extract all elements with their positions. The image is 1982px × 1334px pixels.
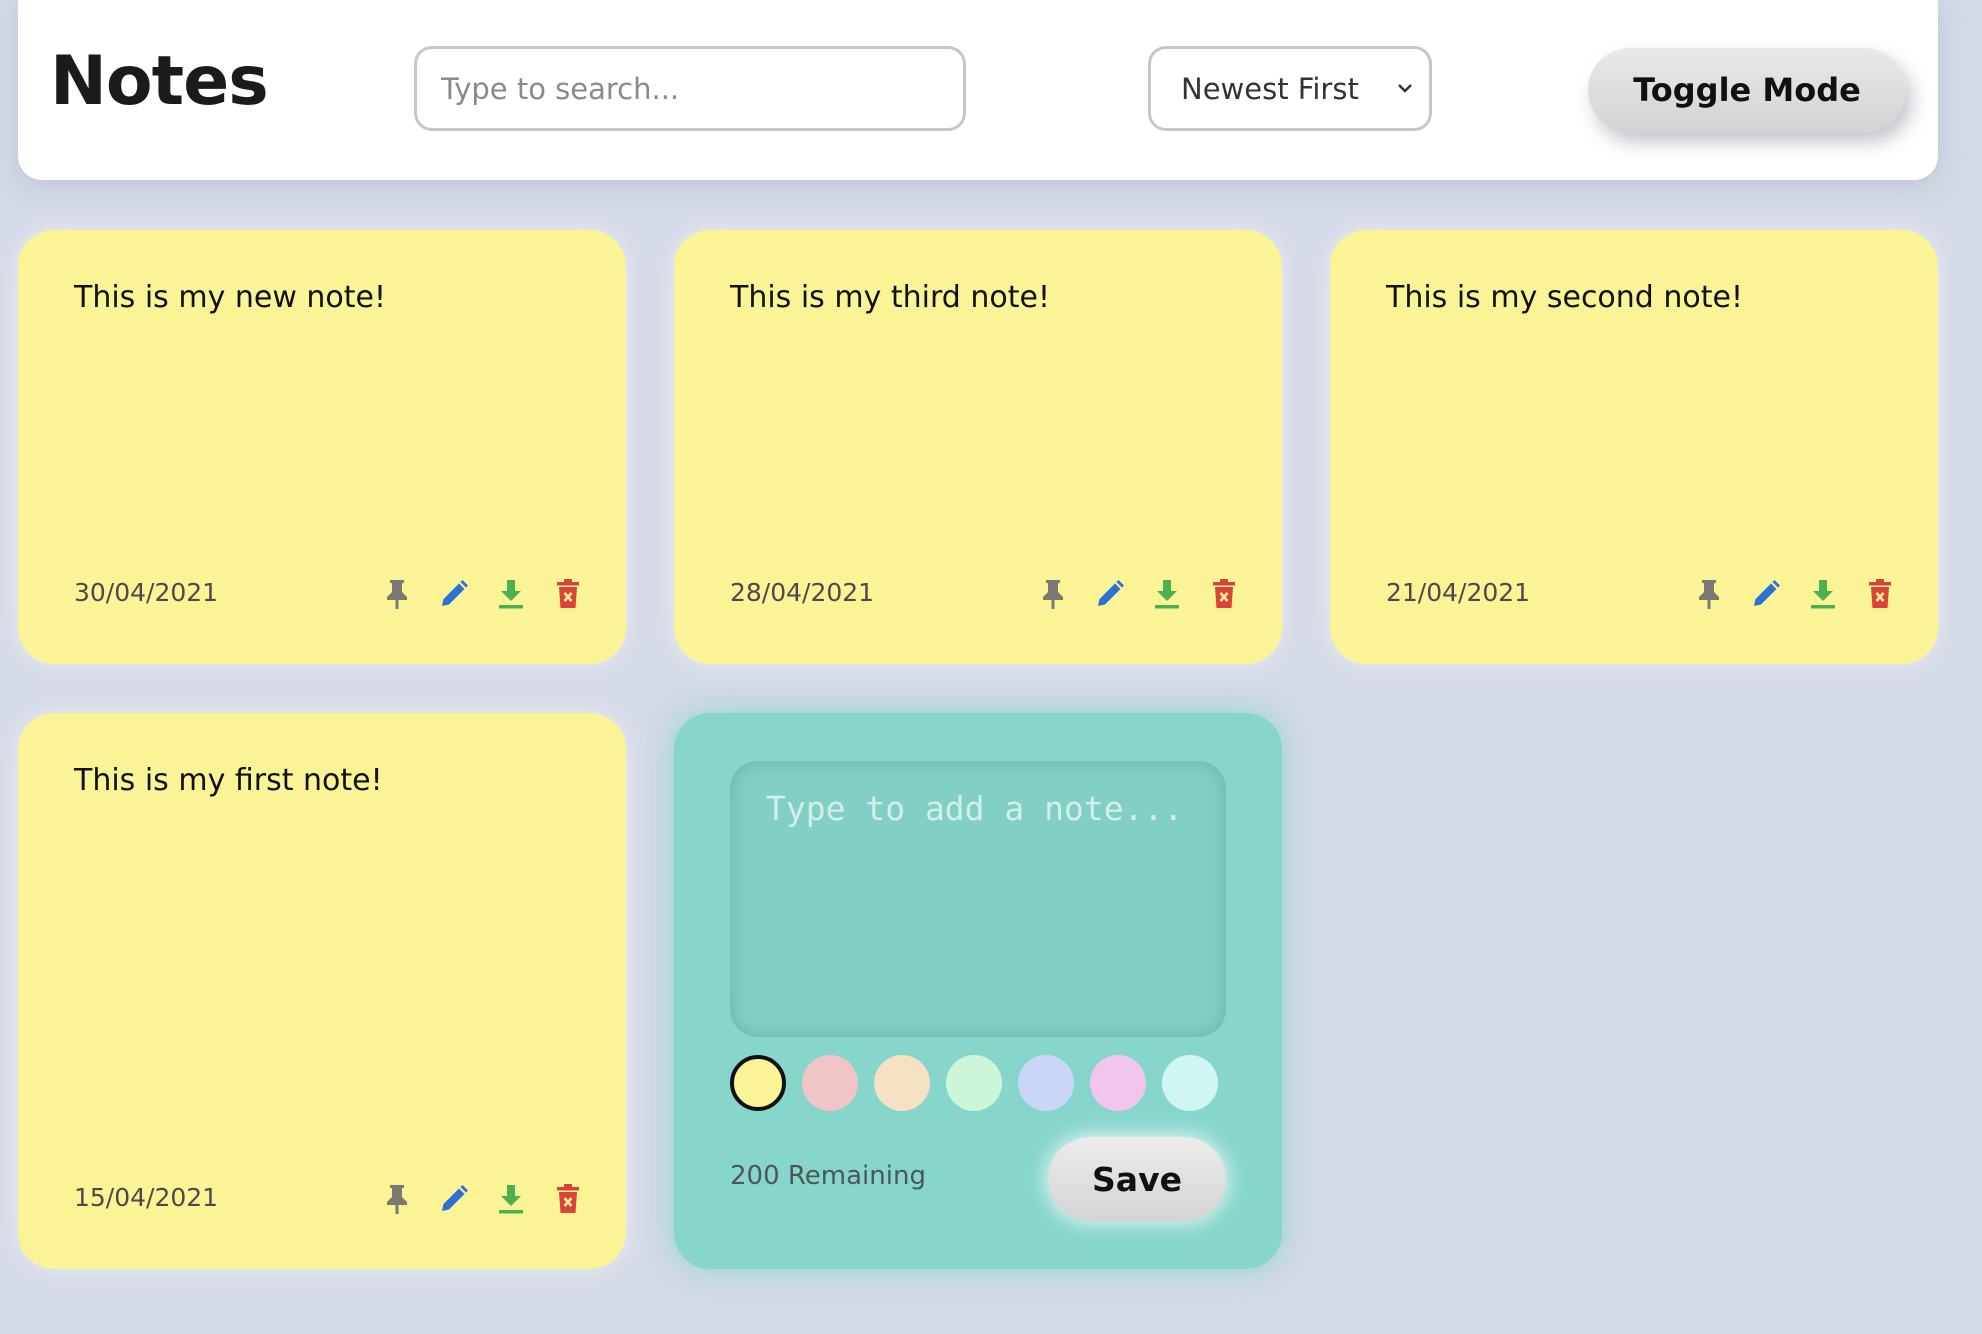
color-swatch[interactable] <box>946 1055 1002 1111</box>
download-icon <box>496 578 526 610</box>
edit-button[interactable] <box>437 1182 471 1216</box>
color-swatch[interactable] <box>1162 1055 1218 1111</box>
note-date: 28/04/2021 <box>730 578 875 607</box>
color-swatches <box>730 1055 1234 1111</box>
delete-button[interactable] <box>1207 577 1241 611</box>
note-actions <box>1692 577 1897 611</box>
edit-icon <box>438 1183 470 1215</box>
chevron-down-icon <box>1398 84 1412 93</box>
note-actions <box>1036 577 1241 611</box>
delete-button[interactable] <box>551 577 585 611</box>
note-text: This is my new note! <box>74 280 387 315</box>
color-swatch[interactable] <box>874 1055 930 1111</box>
delete-icon <box>555 1183 581 1215</box>
download-button[interactable] <box>1150 577 1184 611</box>
download-button[interactable] <box>494 577 528 611</box>
edit-icon <box>1094 578 1126 610</box>
download-icon <box>1808 578 1838 610</box>
delete-icon <box>555 578 581 610</box>
pin-button[interactable] <box>380 577 414 611</box>
pin-icon <box>384 578 410 610</box>
delete-icon <box>1211 578 1237 610</box>
pin-button[interactable] <box>1036 577 1070 611</box>
edit-icon <box>1750 578 1782 610</box>
delete-button[interactable] <box>551 1182 585 1216</box>
color-swatch[interactable] <box>802 1055 858 1111</box>
pin-button[interactable] <box>380 1182 414 1216</box>
app-title: Notes <box>50 42 269 121</box>
note-actions <box>380 577 585 611</box>
delete-button[interactable] <box>1863 577 1897 611</box>
sort-select[interactable]: Newest First <box>1148 46 1432 131</box>
save-button[interactable]: Save <box>1048 1137 1226 1221</box>
pin-button[interactable] <box>1692 577 1726 611</box>
note-date: 21/04/2021 <box>1386 578 1531 607</box>
download-button[interactable] <box>1806 577 1840 611</box>
note-text: This is my first note! <box>74 763 383 798</box>
note-text: This is my third note! <box>730 280 1050 315</box>
edit-button[interactable] <box>1749 577 1783 611</box>
note-card: This is my second note! 21/04/2021 <box>1330 230 1938 664</box>
toggle-mode-button[interactable]: Toggle Mode <box>1588 48 1906 132</box>
header-bar: Notes Newest First Toggle Mode <box>18 0 1938 180</box>
search-input[interactable] <box>414 46 966 131</box>
pin-icon <box>384 1183 410 1215</box>
note-date: 30/04/2021 <box>74 578 219 607</box>
note-card: This is my third note! 28/04/2021 <box>674 230 1282 664</box>
note-card: This is my new note! 30/04/2021 <box>18 230 626 664</box>
delete-icon <box>1867 578 1893 610</box>
remaining-count: 200 Remaining <box>730 1161 926 1191</box>
note-card: This is my first note! 15/04/2021 <box>18 713 626 1269</box>
color-swatch[interactable] <box>1018 1055 1074 1111</box>
edit-button[interactable] <box>1093 577 1127 611</box>
pin-icon <box>1696 578 1722 610</box>
new-note-textarea[interactable] <box>730 761 1226 1037</box>
note-actions <box>380 1182 585 1216</box>
download-button[interactable] <box>494 1182 528 1216</box>
color-swatch[interactable] <box>730 1055 786 1111</box>
color-swatch[interactable] <box>1090 1055 1146 1111</box>
edit-button[interactable] <box>437 577 471 611</box>
pin-icon <box>1040 578 1066 610</box>
edit-icon <box>438 578 470 610</box>
download-icon <box>496 1183 526 1215</box>
download-icon <box>1152 578 1182 610</box>
new-note-card: 200 Remaining Save <box>674 713 1282 1269</box>
note-text: This is my second note! <box>1386 280 1743 315</box>
sort-select-value: Newest First <box>1181 71 1359 106</box>
note-date: 15/04/2021 <box>74 1183 219 1212</box>
